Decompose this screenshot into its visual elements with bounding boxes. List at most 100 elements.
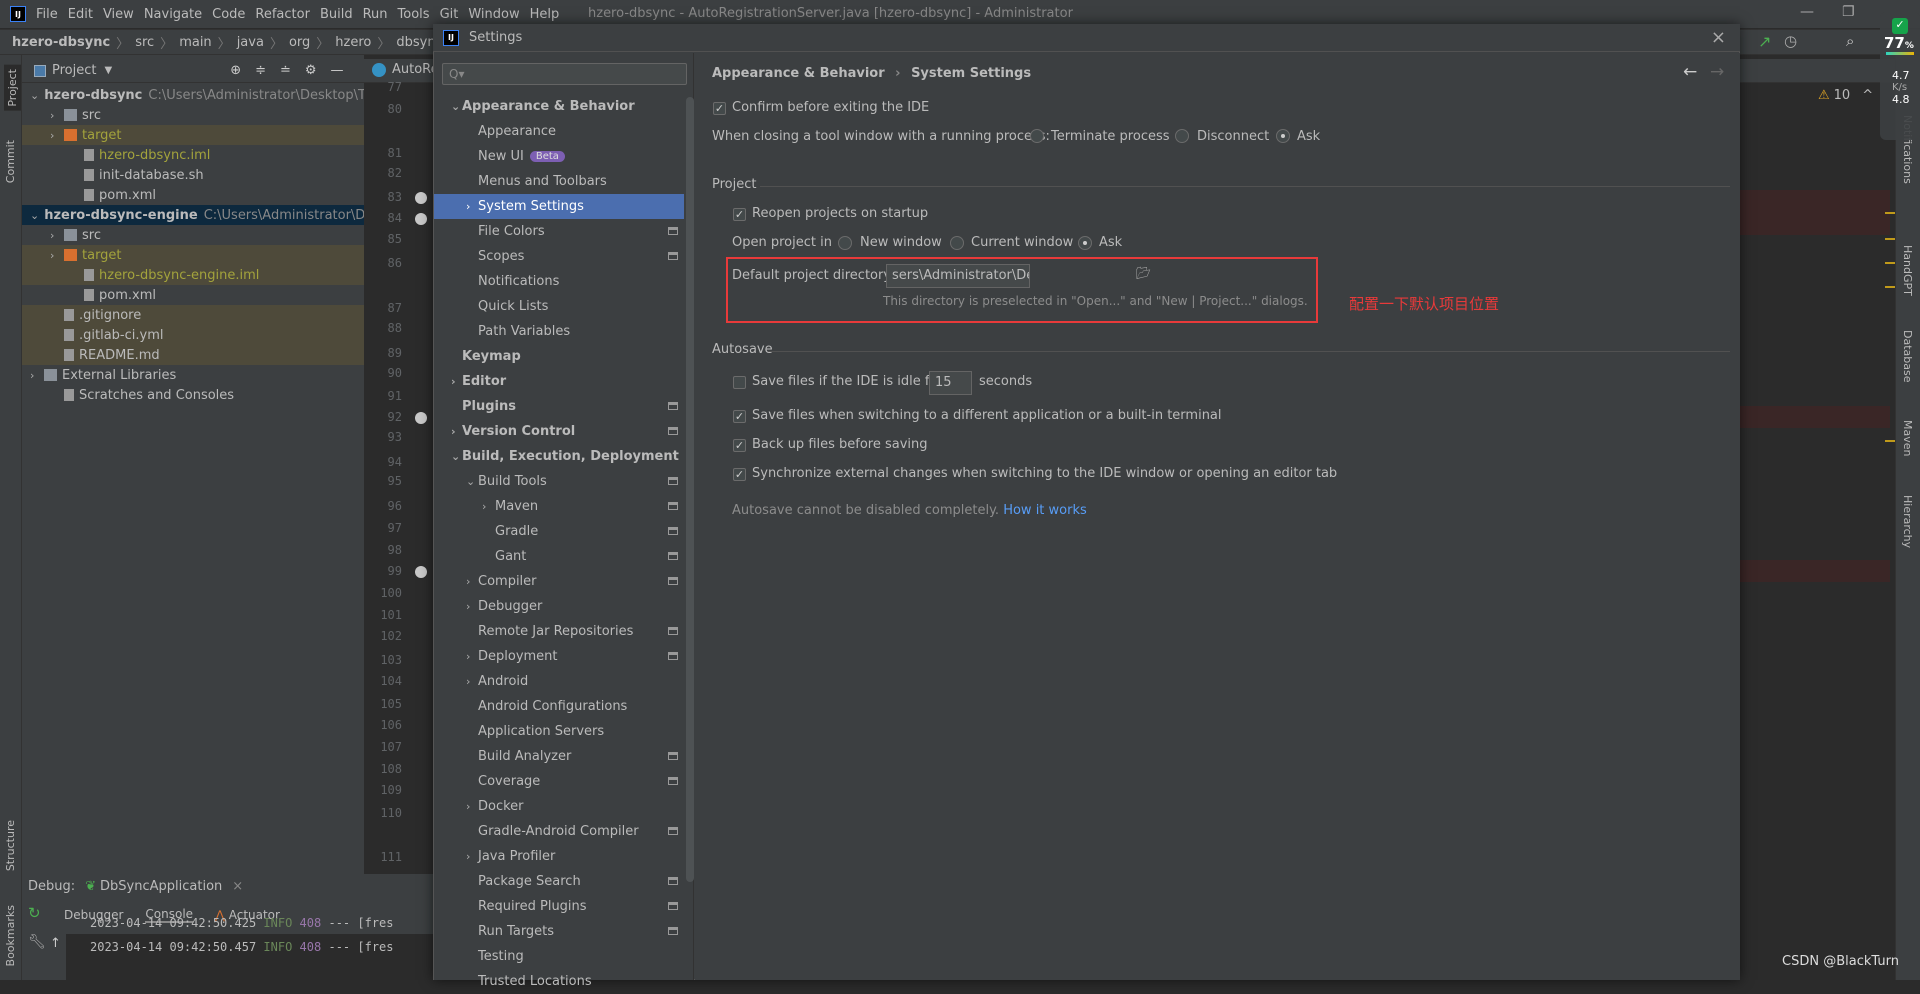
settings-tree-item[interactable]: › Java Profiler [434,844,684,869]
vcs-push-icon[interactable]: ↗ [1758,32,1771,51]
settings-tree-item[interactable]: Gradle [434,519,684,544]
menu-edit[interactable]: Edit [68,7,93,22]
radio-new-window[interactable] [838,236,852,250]
tool-project[interactable]: Project [4,65,21,111]
confirm-exit-checkbox[interactable]: ✓ [713,102,726,115]
radio-ask[interactable] [1276,129,1290,143]
project-panel-title[interactable]: Project [52,63,96,78]
settings-tree-item[interactable]: Testing [434,944,684,969]
project-tree-row[interactable]: pom.xml [22,285,364,305]
chevron-down-icon[interactable]: ⌄ [30,209,39,222]
tool-commit[interactable]: Commit [4,140,17,183]
breakpoint-icon[interactable] [415,192,427,204]
menu-navigate[interactable]: Navigate [144,7,202,22]
breakpoint-icon[interactable] [415,412,427,424]
save-switching-checkbox[interactable]: ✓ [733,410,746,423]
tool-database[interactable]: Database [1901,330,1914,383]
settings-tree-item[interactable]: Coverage [434,769,684,794]
search-icon[interactable]: ⌕ [1846,32,1854,50]
how-it-works-link[interactable]: How it works [1003,503,1087,518]
menu-git[interactable]: Git [440,7,459,22]
chevron-right-icon[interactable]: › [466,600,470,613]
settings-tree-item[interactable]: ⌄ Build Tools [434,469,684,494]
radio-open-ask[interactable] [1078,236,1092,250]
project-tree-row[interactable]: hzero-dbsync-engine.iml [22,265,364,285]
settings-tree-item[interactable]: Gradle-Android Compiler [434,819,684,844]
project-tree-row[interactable]: init-database.sh [22,165,364,185]
menu-tools[interactable]: Tools [398,7,430,22]
menu-code[interactable]: Code [212,7,245,22]
settings-tree-item[interactable]: Plugins [434,394,684,419]
settings-tree-item[interactable]: Remote Jar Repositories [434,619,684,644]
settings-tree-item[interactable]: New UI Beta [434,144,684,169]
chevron-right-icon[interactable]: › [451,375,456,388]
radio-disconnect[interactable] [1175,129,1189,143]
chevron-down-icon[interactable]: ⌄ [466,475,475,488]
menu-refactor[interactable]: Refactor [255,7,310,22]
settings-tree-item[interactable]: › Deployment [434,644,684,669]
tool-maven[interactable]: Maven [1901,420,1914,456]
debug-session-tab[interactable]: DbSyncApplication [100,879,222,894]
crumb[interactable]: java [237,35,264,50]
project-tree-row[interactable]: hzero-dbsync.iml [22,145,364,165]
breakpoint-icon[interactable] [415,213,427,225]
minimize-icon[interactable]: — [1800,4,1814,20]
settings-tree-item[interactable]: › Editor [434,369,684,394]
crumb[interactable]: org [289,35,310,50]
crumb[interactable]: main [179,35,211,50]
settings-tree-item[interactable]: › System Settings [434,194,684,219]
chevron-right-icon[interactable]: › [50,109,64,122]
settings-tree-item[interactable]: Run Targets [434,919,684,944]
settings-tree-item[interactable]: › Debugger [434,594,684,619]
settings-tree-item[interactable]: Required Plugins [434,894,684,919]
crumb[interactable]: hzero-dbsync [12,35,110,50]
chevron-down-icon[interactable]: ⌄ [451,450,460,463]
restore-icon[interactable]: ❐ [1842,4,1855,20]
chevron-right-icon[interactable]: › [451,425,456,438]
settings-tree-item[interactable]: › Docker [434,794,684,819]
settings-tree-item[interactable]: › Version Control [434,419,684,444]
chevron-up-icon[interactable]: ^ [1862,88,1873,103]
tool-structure[interactable]: Structure [4,820,17,871]
settings-tree-item[interactable]: Notifications [434,269,684,294]
close-icon[interactable]: × [232,879,243,894]
settings-search-input[interactable]: Q▾ [442,63,687,85]
chevron-right-icon[interactable]: › [466,575,470,588]
inspection-widget[interactable]: ⚠ 10 ^ [1818,88,1873,103]
history-icon[interactable]: ◷ [1784,32,1797,50]
settings-tree-item[interactable]: Application Servers [434,719,684,744]
menu-window[interactable]: Window [468,7,519,22]
chevron-down-icon[interactable]: ⌄ [451,100,460,113]
settings-tree-item[interactable]: Trusted Locations [434,969,684,994]
breadcrumb-parent[interactable]: Appearance & Behavior [712,66,885,81]
breakpoint-icon[interactable] [415,566,427,578]
sync-checkbox[interactable]: ✓ [733,468,746,481]
reopen-checkbox[interactable]: ✓ [733,208,746,221]
chevron-right-icon[interactable]: › [466,650,470,663]
rerun-icon[interactable]: ↻ [28,904,41,922]
settings-tree-item[interactable]: ⌄ Build, Execution, Deployment [434,444,684,469]
chevron-right-icon[interactable]: › [482,500,486,513]
chevron-down-icon[interactable]: ⌄ [30,89,39,102]
tool-handgpt[interactable]: HandGPT [1901,245,1914,296]
crumb[interactable]: hzero [335,35,371,50]
panel-actions-icons[interactable]: ⊕≑≐⚙— [230,63,357,78]
chevron-down-icon[interactable]: ▼ [104,65,112,76]
settings-tree-item[interactable]: Menus and Toolbars [434,169,684,194]
settings-tree-item[interactable]: Keymap [434,344,684,369]
project-tree-row[interactable]: README.md [22,345,364,365]
project-tree-row[interactable]: › target [22,245,364,265]
settings-tree-item[interactable]: Gant [434,544,684,569]
menu-run[interactable]: Run [363,7,388,22]
project-tree-row[interactable]: › External Libraries [22,365,364,385]
editor-tab[interactable]: AutoRe [372,62,439,77]
idle-save-checkbox[interactable] [733,376,746,389]
settings-tree-item[interactable]: › Compiler [434,569,684,594]
settings-tree-item[interactable]: File Colors [434,219,684,244]
radio-terminate[interactable] [1030,129,1044,143]
chevron-right-icon[interactable]: › [30,369,44,382]
menu-build[interactable]: Build [320,7,353,22]
settings-tree-item[interactable]: Build Analyzer [434,744,684,769]
settings-tree-item[interactable]: Path Variables [434,319,684,344]
project-tree-row[interactable]: .gitlab-ci.yml [22,325,364,345]
